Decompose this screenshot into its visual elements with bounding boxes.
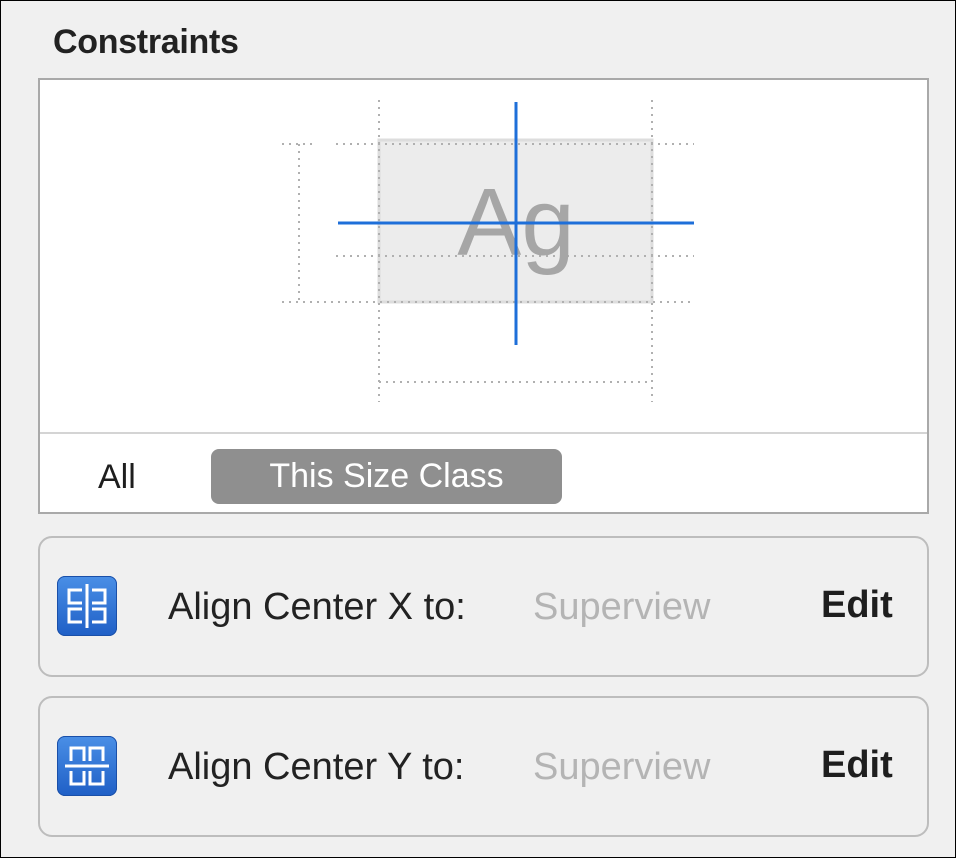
constraint-label: Align Center Y to: — [168, 746, 465, 788]
constraints-preview: Ag All This Size Class — [38, 78, 929, 514]
constraint-target: Superview — [533, 746, 711, 788]
edit-button[interactable]: Edit — [821, 584, 893, 627]
align-center-x-icon — [57, 576, 117, 636]
panel-title: Constraints — [53, 23, 239, 61]
constraint-row-center-x[interactable]: Align Center X to: Superview Edit — [38, 536, 929, 677]
align-center-y-icon — [57, 736, 117, 796]
constraint-target: Superview — [533, 586, 711, 628]
constraint-label: Align Center X to: — [168, 586, 466, 628]
size-class-filter: All This Size Class — [40, 432, 927, 514]
constraint-row-center-y[interactable]: Align Center Y to: Superview Edit — [38, 696, 929, 837]
constraints-panel: Constraints Ag — [0, 0, 956, 858]
filter-this-size-class-option[interactable]: This Size Class — [211, 449, 562, 504]
edit-button[interactable]: Edit — [821, 744, 893, 787]
filter-all-option[interactable]: All — [98, 458, 136, 497]
constraint-diagram: Ag — [282, 100, 694, 402]
